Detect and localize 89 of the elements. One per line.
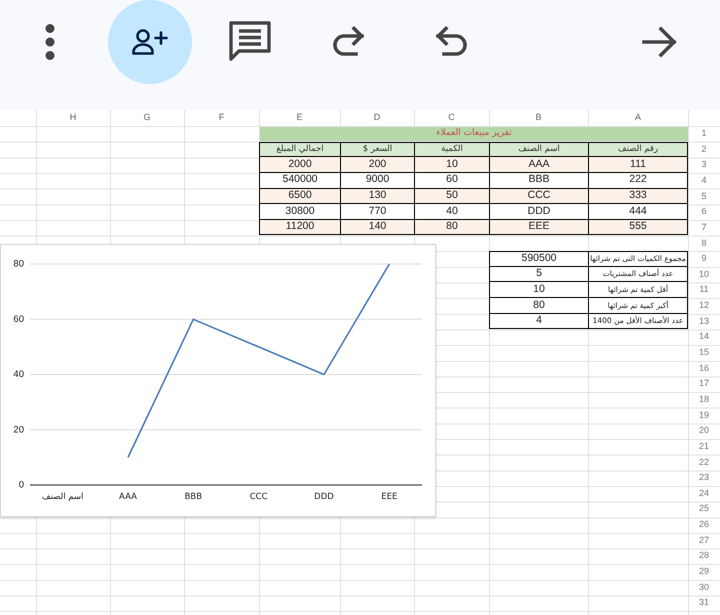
column-header[interactable]: E xyxy=(259,110,340,126)
row-number[interactable]: 10 xyxy=(688,266,720,282)
row-number[interactable]: 14 xyxy=(688,329,720,345)
row-number[interactable]: 17 xyxy=(688,376,720,392)
column-header[interactable]: F xyxy=(184,110,259,126)
row-number[interactable]: 20 xyxy=(688,423,720,439)
table-cell: BBB xyxy=(489,172,588,189)
y-axis-label: 40 xyxy=(13,369,24,380)
x-axis-label: EEE xyxy=(381,492,398,502)
table-cell: 770 xyxy=(340,204,414,220)
row-number[interactable]: 7 xyxy=(688,220,720,236)
column-header[interactable]: H xyxy=(36,110,110,126)
column-title: اسم الصنف xyxy=(489,142,588,158)
column-header[interactable]: G xyxy=(110,110,184,126)
report-title: تقرير مبيعات العملاء xyxy=(259,126,688,142)
column-title: السعر $ xyxy=(340,142,414,158)
table-cell: 130 xyxy=(340,188,414,204)
row-number[interactable]: 9 xyxy=(688,251,720,267)
table-cell: 40 xyxy=(414,204,489,220)
row-number[interactable]: 26 xyxy=(688,517,720,533)
x-axis-label: AAA xyxy=(119,492,137,502)
table-cell: 4 xyxy=(489,314,588,330)
table-cell: 2000 xyxy=(259,157,340,173)
row-number[interactable]: 5 xyxy=(688,188,720,204)
column-title: اجمالي المبلغ xyxy=(259,142,340,158)
table-cell: DDD xyxy=(489,204,588,220)
table-cell: 9000 xyxy=(340,172,414,189)
message-icon xyxy=(229,21,271,63)
row-number[interactable]: 19 xyxy=(688,408,720,424)
column-header[interactable]: A xyxy=(588,110,688,126)
column-header[interactable]: B xyxy=(489,110,588,126)
row-number[interactable]: 16 xyxy=(688,360,720,376)
table-cell: 444 xyxy=(588,204,688,220)
row-number[interactable]: 21 xyxy=(688,438,720,454)
table-cell: 5 xyxy=(489,266,588,282)
y-axis-label: 0 xyxy=(18,480,24,490)
more-options-icon xyxy=(45,24,55,60)
row-number[interactable]: 18 xyxy=(688,392,720,408)
x-axis-label: BBB xyxy=(184,492,202,502)
table-cell: 111 xyxy=(588,157,688,173)
table-cell: 222 xyxy=(588,172,688,189)
row-number[interactable]: 6 xyxy=(688,204,720,220)
row-number[interactable]: 11 xyxy=(688,282,720,298)
table-cell: 30800 xyxy=(259,204,340,220)
table-cell: EEE xyxy=(489,220,588,236)
table-cell: 11200 xyxy=(259,220,340,236)
row-number[interactable]: 28 xyxy=(688,548,720,564)
table-cell: 60 xyxy=(414,172,489,189)
x-axis-label: DDD xyxy=(314,492,334,502)
row-number[interactable]: 27 xyxy=(688,532,720,548)
row-number[interactable]: 1 xyxy=(688,126,720,142)
row-number[interactable]: 8 xyxy=(688,235,720,252)
table-cell: AAA xyxy=(489,157,588,173)
table-cell: 200 xyxy=(340,157,414,173)
row-number[interactable]: 29 xyxy=(688,564,720,580)
table-cell: 50 xyxy=(414,188,489,204)
row-number[interactable]: 24 xyxy=(688,486,720,502)
y-axis-label: 80 xyxy=(13,258,24,270)
x-axis-label: اسم الصنف xyxy=(42,492,84,502)
table-cell: 80 xyxy=(414,220,489,236)
table-cell: 6500 xyxy=(259,188,340,204)
y-axis-label: 60 xyxy=(13,314,24,325)
row-number[interactable]: 15 xyxy=(688,344,720,361)
table-cell: CCC xyxy=(489,188,588,204)
row-number[interactable]: 12 xyxy=(688,298,720,314)
row-number[interactable]: 25 xyxy=(688,501,720,518)
row-number[interactable]: 23 xyxy=(688,470,720,486)
row-number[interactable]: 2 xyxy=(688,142,720,158)
column-header[interactable]: C xyxy=(414,110,489,126)
row-number[interactable]: 30 xyxy=(688,580,720,596)
table-cell: 333 xyxy=(588,188,688,204)
y-axis-label: 20 xyxy=(13,424,24,436)
x-axis-label: CCC xyxy=(250,492,268,502)
column-title: الكمية xyxy=(414,142,489,158)
table-cell: 80 xyxy=(489,298,588,314)
table-cell: 590500 xyxy=(489,251,588,267)
table-cell: 540000 xyxy=(259,172,340,189)
column-header[interactable]: D xyxy=(340,110,414,126)
row-number[interactable]: 31 xyxy=(688,595,720,611)
row-number[interactable]: 4 xyxy=(688,172,720,189)
table-cell: 555 xyxy=(588,220,688,236)
row-number[interactable]: 22 xyxy=(688,454,720,470)
table-cell: 140 xyxy=(340,220,414,236)
row-number[interactable]: 13 xyxy=(688,314,720,330)
row-number[interactable]: 3 xyxy=(688,157,720,173)
add-person-icon xyxy=(132,29,168,55)
table-cell: 10 xyxy=(414,157,489,173)
table-cell: 10 xyxy=(489,282,588,298)
column-title: رقم الصنف xyxy=(588,142,688,158)
